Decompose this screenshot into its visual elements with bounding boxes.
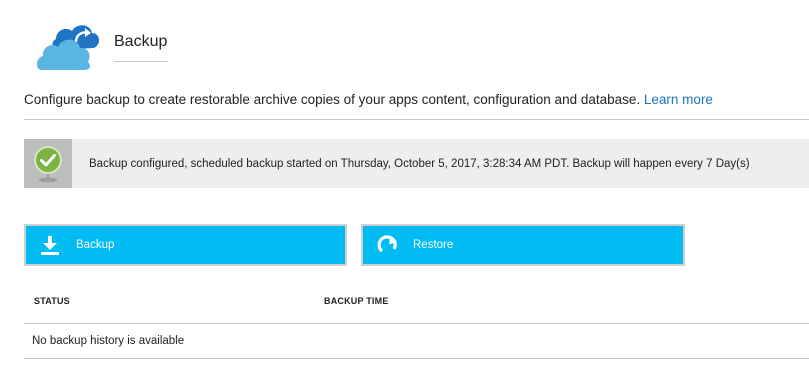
divider (24, 119, 809, 120)
column-header-backup-time[interactable]: BACKUP TIME (324, 296, 389, 306)
description: Configure backup to create restorable ar… (24, 92, 713, 107)
learn-more-link[interactable]: Learn more (644, 92, 713, 107)
restore-button[interactable]: Restore (361, 224, 685, 266)
page-title-block: Backup (114, 32, 168, 62)
download-icon (38, 233, 62, 257)
backup-button[interactable]: Backup (24, 224, 347, 266)
cloud-backup-icon (36, 25, 100, 70)
success-check-icon (34, 145, 62, 182)
title-underline (114, 61, 168, 62)
table-header: STATUS BACKUP TIME (24, 296, 809, 310)
restore-icon (375, 233, 399, 257)
table-divider (24, 323, 809, 324)
backup-page: Backup Configure backup to create restor… (0, 0, 809, 368)
empty-table-message: No backup history is available (32, 335, 185, 347)
description-text: Configure backup to create restorable ar… (24, 92, 641, 107)
backup-button-label: Backup (76, 239, 115, 251)
status-icon-box (24, 139, 72, 188)
status-banner: Backup configured, scheduled backup star… (24, 139, 809, 188)
page-title: Backup (114, 33, 168, 50)
column-header-status[interactable]: STATUS (34, 296, 70, 306)
restore-button-label: Restore (413, 239, 454, 251)
status-text: Backup configured, scheduled backup star… (89, 157, 750, 170)
table-divider (24, 358, 809, 359)
